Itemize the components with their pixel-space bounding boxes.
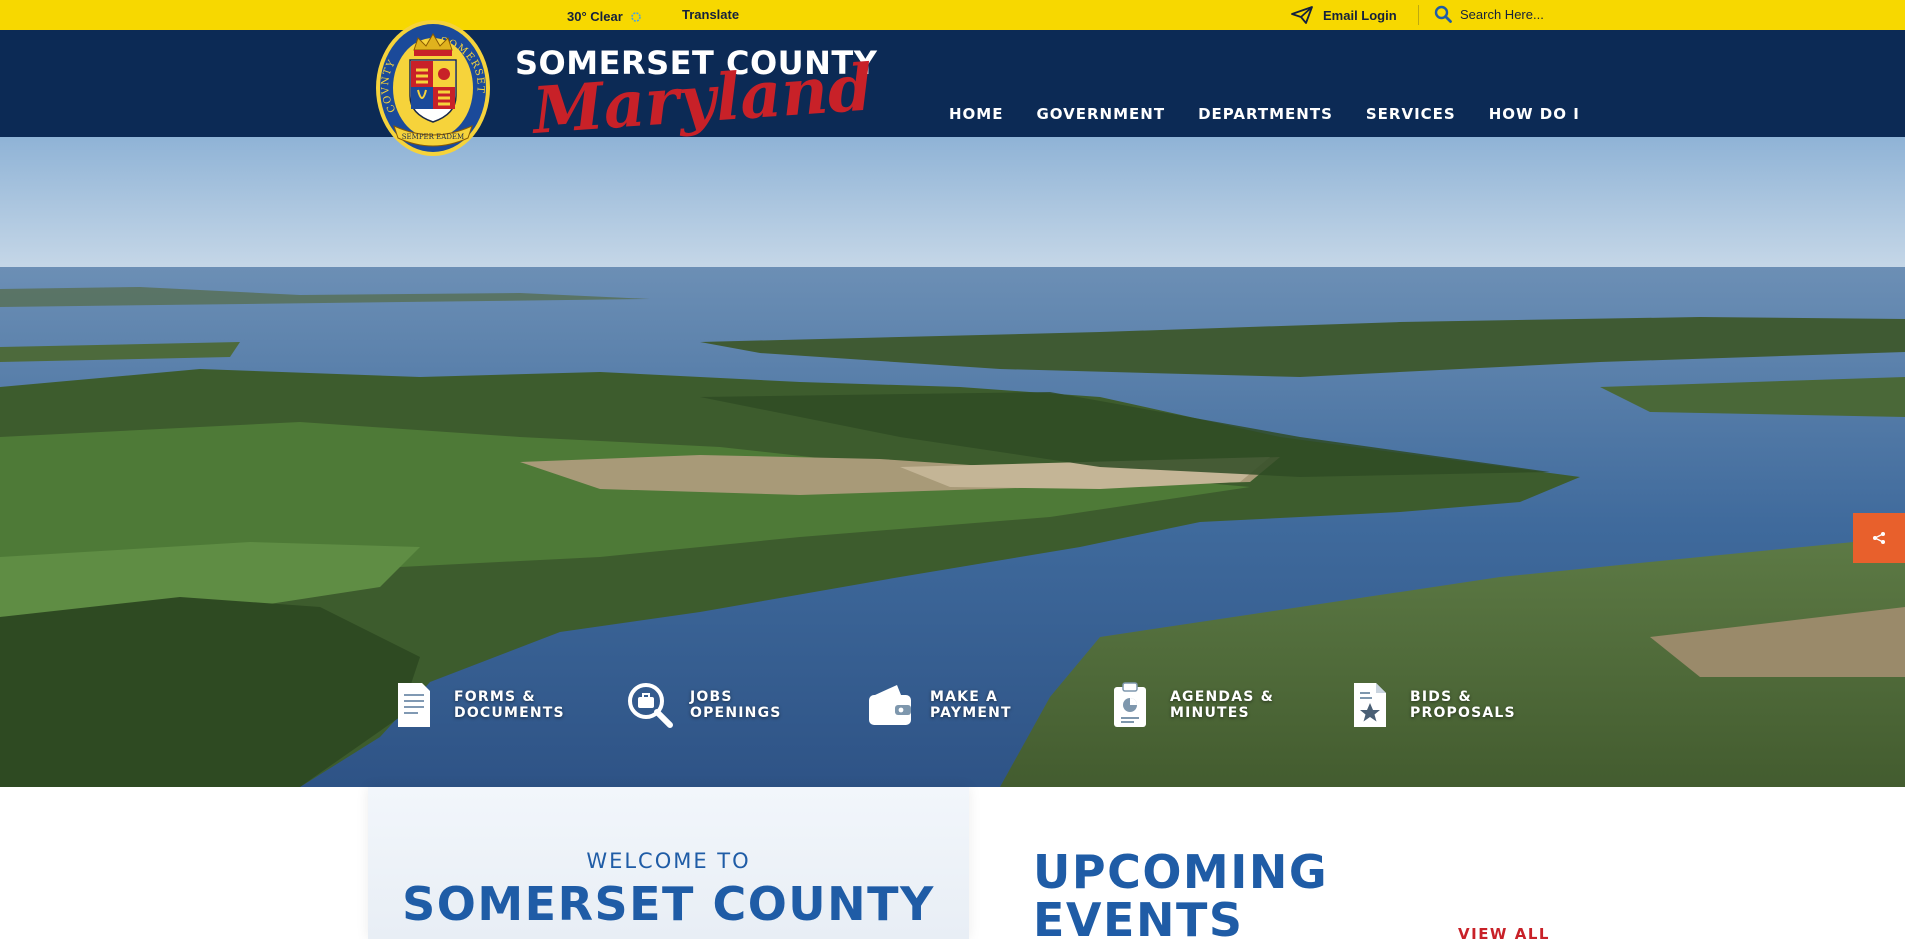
clipboard-chart-icon bbox=[1106, 680, 1154, 730]
welcome-kicker: WELCOME TO bbox=[586, 849, 751, 873]
site-brand[interactable]: SOMERSET COUNTY Maryland bbox=[515, 44, 877, 149]
weather-text: 30° Clear bbox=[567, 9, 623, 24]
nav-home[interactable]: HOME bbox=[949, 105, 1003, 123]
sun-icon bbox=[630, 11, 641, 22]
wallet-icon bbox=[866, 680, 914, 730]
welcome-panel: WELCOME TO SOMERSET COUNTY bbox=[368, 787, 969, 939]
paper-plane-icon bbox=[1291, 6, 1313, 24]
search-input[interactable] bbox=[1460, 6, 1580, 22]
nav-how-do-i[interactable]: HOW DO I bbox=[1489, 105, 1580, 123]
site-header: HOME GOVERNMENT DEPARTMENTS SERVICES HOW… bbox=[0, 30, 1905, 137]
weather-widget[interactable]: 30° Clear bbox=[567, 9, 643, 24]
quicklink-jobs-label: JOBS OPENINGS bbox=[690, 689, 782, 721]
search-icon[interactable] bbox=[1434, 5, 1452, 23]
translate-link[interactable]: Translate bbox=[682, 7, 739, 22]
quicklink-forms[interactable]: FORMS & DOCUMENTS bbox=[390, 680, 565, 730]
nav-services[interactable]: SERVICES bbox=[1366, 105, 1456, 123]
upcoming-events-title: UPCOMING EVENTS bbox=[1033, 845, 1329, 939]
quicklink-agendas-label: AGENDAS & MINUTES bbox=[1170, 689, 1275, 721]
main-nav: HOME GOVERNMENT DEPARTMENTS SERVICES HOW… bbox=[949, 105, 1613, 123]
quick-links: FORMS & DOCUMENTS JOBS OPENINGS MAKE A P… bbox=[0, 680, 1905, 736]
email-login-link[interactable]: Email Login bbox=[1291, 6, 1397, 24]
document-star-icon bbox=[1346, 680, 1394, 730]
quicklink-payment[interactable]: MAKE A PAYMENT bbox=[866, 680, 1012, 730]
topbar-divider bbox=[1418, 5, 1419, 25]
nav-departments[interactable]: DEPARTMENTS bbox=[1198, 105, 1333, 123]
utility-bar: 30° Clear Translate Email Login bbox=[0, 0, 1905, 30]
welcome-title: SOMERSET COUNTY bbox=[402, 877, 935, 931]
quicklink-bids-label: BIDS & PROPOSALS bbox=[1410, 689, 1516, 721]
svg-text:SEMPER EADEM: SEMPER EADEM bbox=[402, 133, 464, 141]
share-button[interactable] bbox=[1853, 513, 1905, 563]
quicklink-forms-label: FORMS & DOCUMENTS bbox=[454, 689, 565, 721]
site-search bbox=[1434, 5, 1580, 23]
email-login-label: Email Login bbox=[1323, 7, 1397, 23]
document-icon bbox=[390, 680, 438, 730]
quicklink-agendas[interactable]: AGENDAS & MINUTES bbox=[1106, 680, 1274, 730]
share-icon bbox=[1873, 532, 1885, 544]
job-search-icon bbox=[626, 680, 674, 730]
nav-government[interactable]: GOVERNMENT bbox=[1036, 105, 1165, 123]
quicklink-bids[interactable]: BIDS & PROPOSALS bbox=[1346, 680, 1516, 730]
quicklink-payment-label: MAKE A PAYMENT bbox=[930, 689, 1012, 721]
quicklink-jobs[interactable]: JOBS OPENINGS bbox=[626, 680, 782, 730]
county-seal-logo[interactable]: COVNTY SOMERSET SEMPER EADEM bbox=[374, 18, 492, 158]
view-all-events-link[interactable]: VIEW ALL bbox=[1458, 925, 1550, 939]
